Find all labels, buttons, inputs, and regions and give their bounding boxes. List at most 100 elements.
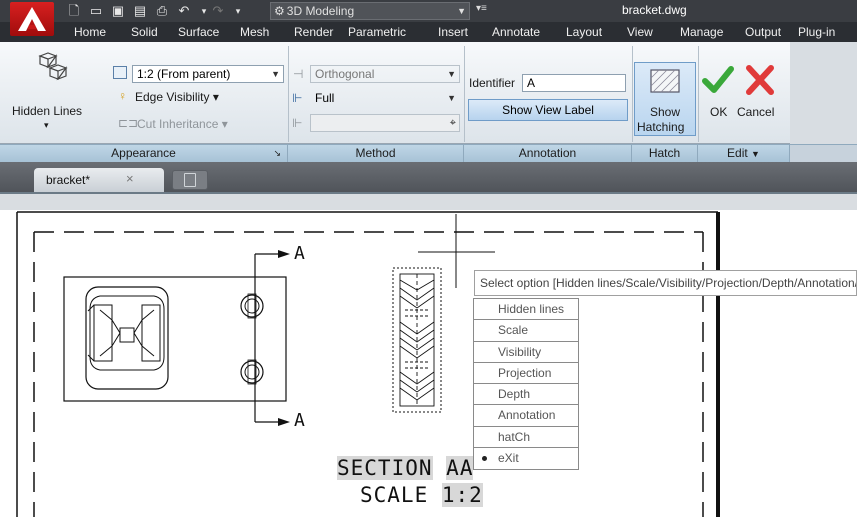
ribbon-panel-area: Hidden Lines ▾ 1:2 (From parent) ▼ ♀ Edg… <box>0 42 857 162</box>
projection-value: Orthogonal <box>315 67 375 81</box>
section-word: SECTION <box>337 456 433 480</box>
tab-insert[interactable]: Insert <box>438 25 468 39</box>
panel-divider <box>632 46 633 142</box>
tab-manage[interactable]: Manage <box>680 25 723 39</box>
document-tab-bracket[interactable]: bracket* × <box>34 168 164 192</box>
selected-bullet-icon <box>482 456 487 462</box>
show-hatching-button[interactable]: Show Hatching <box>634 62 696 136</box>
appearance-panel-title[interactable]: Appearance ↘ <box>0 144 288 162</box>
prompt-text: Select option [Hidden lines/Scale/Visibi… <box>480 276 856 290</box>
section-identifier-2: A <box>459 456 474 480</box>
open-file-icon[interactable]: ▭ <box>88 3 104 19</box>
close-icon <box>746 65 774 95</box>
hidden-lines-dropdown-icon[interactable]: ▾ <box>44 120 49 131</box>
window-title: bracket.dwg <box>622 3 687 17</box>
panel-divider <box>288 46 289 142</box>
depth-distance-field[interactable]: ⌖ <box>310 114 460 132</box>
option-projection[interactable]: Projection <box>474 363 578 385</box>
new-drawing-tab[interactable] <box>172 170 208 190</box>
new-file-icon[interactable]: 🗋 <box>66 3 82 19</box>
chevron-down-icon: ▼ <box>457 6 466 16</box>
ok-button[interactable] <box>700 62 736 101</box>
method-panel-title: Method <box>288 144 464 162</box>
cut-inheritance-icon: ⊏⊐ <box>118 116 139 130</box>
panel-divider <box>464 46 465 142</box>
tab-annotate[interactable]: Annotate <box>492 25 540 39</box>
cut-label-top: A <box>294 243 305 264</box>
checkmark-icon <box>702 66 734 93</box>
section-scale-label[interactable]: SCALE 1:2 <box>360 483 483 507</box>
canvas-top-margin <box>0 194 857 210</box>
redo-icon[interactable]: ↷ <box>210 3 226 19</box>
undo-icon[interactable]: ↶ <box>176 3 192 19</box>
save-as-icon[interactable]: ▤ <box>132 3 148 19</box>
option-hidden-lines[interactable]: Hidden lines <box>474 299 578 321</box>
annotation-panel-title: Annotation <box>464 144 632 162</box>
edge-visibility-label: Edge Visibility <box>135 90 210 104</box>
print-icon[interactable]: ⎙ <box>154 3 170 19</box>
panel-divider <box>698 46 699 142</box>
identifier-input[interactable]: A <box>522 74 626 92</box>
command-option-menu: Hidden lines Scale Visibility Projection… <box>473 298 579 471</box>
chevron-down-icon: ▼ <box>271 69 280 79</box>
cut-inheritance-button[interactable]: Cut Inheritance ▾ <box>137 117 228 131</box>
close-icon[interactable]: × <box>126 171 134 186</box>
hatching-icon <box>650 69 680 93</box>
tab-render[interactable]: Render <box>294 25 333 39</box>
pick-point-icon: ⌖ <box>449 117 456 129</box>
edge-visibility-button[interactable]: Edge Visibility ▾ <box>135 90 219 104</box>
tab-home[interactable]: Home <box>74 25 106 39</box>
option-visibility[interactable]: Visibility <box>474 342 578 363</box>
scale-value-text: 1:2 <box>441 483 483 507</box>
gear-icon: ⚙ <box>274 4 285 18</box>
cancel-button[interactable] <box>743 62 777 101</box>
depth-slider-icon: ⊩ <box>292 116 303 130</box>
option-depth[interactable]: Depth <box>474 384 578 406</box>
appearance-panel-label: Appearance <box>111 146 176 160</box>
annotation-panel-label: Annotation <box>518 146 577 160</box>
ok-label[interactable]: OK <box>710 105 727 119</box>
hidden-lines-icon[interactable] <box>30 52 70 89</box>
ribbon-tab-bar: Home Solid Surface Mesh Render Parametri… <box>0 22 857 42</box>
cut-inheritance-label: Cut Inheritance <box>137 117 219 131</box>
scale-combo[interactable]: 1:2 (From parent) ▼ <box>132 65 284 83</box>
redo-dropdown-icon[interactable]: ▾ <box>230 3 246 19</box>
option-scale[interactable]: Scale <box>474 320 578 342</box>
cancel-label[interactable]: Cancel <box>737 105 774 119</box>
drawing-canvas[interactable]: A A SECTION AA SCALE 1:2 <box>0 210 857 517</box>
section-view-label[interactable]: SECTION AA <box>337 456 474 480</box>
identifier-value: A <box>527 76 536 90</box>
section-identifier: A <box>446 456 460 480</box>
tab-layout[interactable]: Layout <box>566 25 602 39</box>
ribbon-empty-area <box>790 42 857 144</box>
edit-panel-label: Edit <box>727 146 748 160</box>
hidden-lines-label[interactable]: Hidden Lines <box>12 104 82 118</box>
dialog-launcher-icon[interactable]: ↘ <box>273 145 281 162</box>
show-view-label-button[interactable]: Show View Label <box>468 99 628 121</box>
option-exit[interactable]: eXit <box>474 448 578 469</box>
tab-parametric[interactable]: Parametric <box>348 25 406 39</box>
save-icon[interactable]: ▣ <box>110 3 126 19</box>
chevron-down-icon: ▼ <box>447 69 456 79</box>
method-panel-label: Method <box>355 146 396 160</box>
tab-mesh[interactable]: Mesh <box>240 25 269 39</box>
option-annotation[interactable]: Annotation <box>474 405 578 427</box>
application-menu-button[interactable] <box>10 2 54 36</box>
projection-combo[interactable]: Orthogonal ▼ <box>310 65 460 83</box>
chevron-down-icon: ▼ <box>447 93 456 103</box>
scale-word: SCALE <box>360 483 429 507</box>
depth-icon: ⊩ <box>292 91 303 105</box>
depth-combo[interactable]: Full ▼ <box>310 89 460 107</box>
tab-plug-in[interactable]: Plug-in <box>798 25 835 39</box>
tab-view[interactable]: View <box>627 25 653 39</box>
tab-surface[interactable]: Surface <box>178 25 219 39</box>
option-hatch[interactable]: hatCh <box>474 427 578 449</box>
tab-solid[interactable]: Solid <box>131 25 158 39</box>
projection-icon: ⊣ <box>293 67 304 81</box>
tab-output[interactable]: Output <box>745 25 781 39</box>
edit-panel-title[interactable]: Edit ▼ <box>698 144 790 162</box>
workspace-selector[interactable]: ⚙ 3D Modeling ▼ <box>270 2 470 20</box>
customize-toolbar-icon[interactable]: ▾≡ <box>476 3 487 14</box>
dynamic-input-prompt: Select option [Hidden lines/Scale/Visibi… <box>474 270 857 296</box>
lightbulb-icon: ♀ <box>118 89 127 103</box>
